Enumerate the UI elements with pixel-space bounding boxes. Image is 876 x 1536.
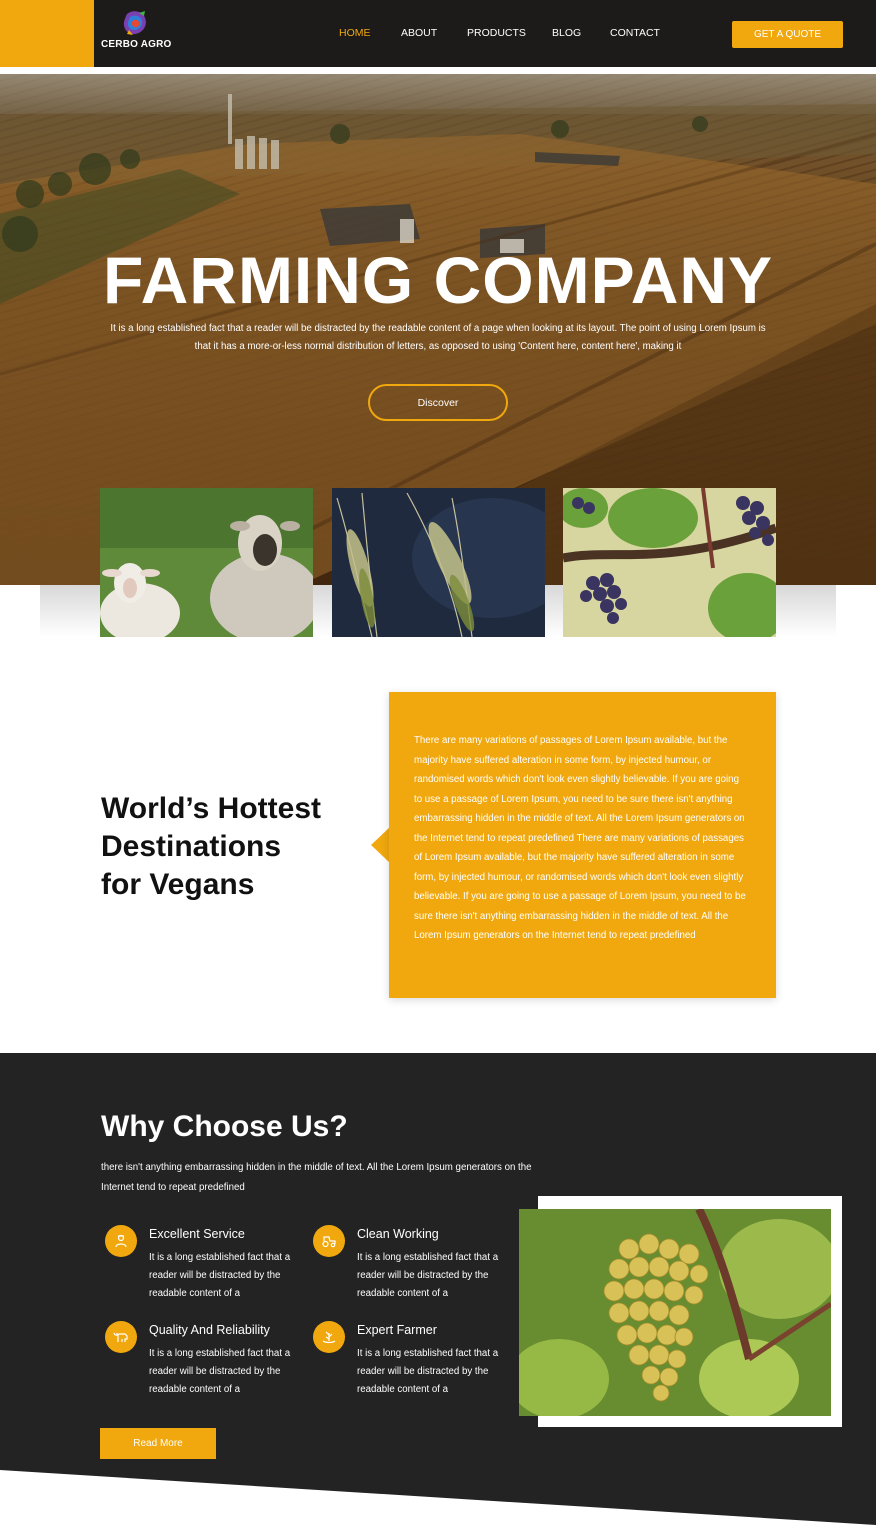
- discover-button[interactable]: Discover: [368, 384, 508, 421]
- nav-blog[interactable]: BLOG: [552, 27, 581, 39]
- about-heading: World’s Hottest Destinations for Vegans: [101, 790, 321, 904]
- white-grapes-illustration: [519, 1209, 831, 1416]
- farmer-icon: [105, 1225, 137, 1257]
- feature-title: Quality And Reliability: [149, 1323, 270, 1337]
- nav-about[interactable]: ABOUT: [401, 27, 437, 39]
- read-more-button[interactable]: Read More: [100, 1428, 216, 1459]
- why-title: Why Choose Us?: [101, 1110, 348, 1143]
- feature-title: Excellent Service: [149, 1227, 245, 1241]
- grapevine-image[interactable]: [563, 488, 776, 637]
- wheat-image[interactable]: [332, 488, 545, 637]
- why-subtitle: there isn't anything embarrassing hidden…: [101, 1162, 532, 1193]
- cow-icon: [105, 1321, 137, 1353]
- section-bottom-wedge: [0, 1470, 876, 1536]
- page: CERBO AGRO HOME ABOUT PRODUCTS BLOG CONT…: [0, 0, 876, 1536]
- sheep-illustration: [100, 488, 313, 637]
- header-divider: [0, 67, 876, 74]
- feature-text: It is a long established fact that a rea…: [149, 1252, 291, 1299]
- about-heading-line: World’s Hottest: [101, 792, 322, 825]
- hero-description: It is a long established fact that a rea…: [110, 323, 766, 352]
- wheat-illustration: [332, 488, 545, 637]
- about-text: There are many variations of passages of…: [414, 735, 746, 941]
- feature-text: It is a long established fact that a rea…: [357, 1348, 499, 1395]
- get-a-quote-button[interactable]: GET A QUOTE: [732, 21, 843, 48]
- feature-text: It is a long established fact that a rea…: [149, 1348, 291, 1395]
- nav-products[interactable]: PRODUCTS: [467, 27, 526, 39]
- grapevine-illustration: [563, 488, 776, 637]
- nav-home[interactable]: HOME: [339, 27, 371, 39]
- hero-title: FARMING COMPANY: [102, 243, 774, 317]
- feature-title: Clean Working: [357, 1227, 439, 1241]
- nav-contact[interactable]: CONTACT: [610, 27, 660, 39]
- harvest-icon: [313, 1321, 345, 1353]
- about-heading-line: for Vegans: [101, 868, 255, 901]
- about-heading-line: Destinations: [101, 830, 282, 863]
- logo-accent-bar: [0, 0, 94, 67]
- brand-name[interactable]: CERBO AGRO: [101, 39, 172, 50]
- feature-title: Expert Farmer: [357, 1323, 437, 1337]
- white-grapes-image[interactable]: [519, 1209, 831, 1416]
- feature-text: It is a long established fact that a rea…: [357, 1252, 499, 1299]
- tractor-icon: [313, 1225, 345, 1257]
- logo-icon[interactable]: [121, 10, 149, 36]
- about-box-pointer: [371, 827, 390, 863]
- sheep-image[interactable]: [100, 488, 313, 637]
- site-header: CERBO AGRO HOME ABOUT PRODUCTS BLOG CONT…: [0, 0, 876, 67]
